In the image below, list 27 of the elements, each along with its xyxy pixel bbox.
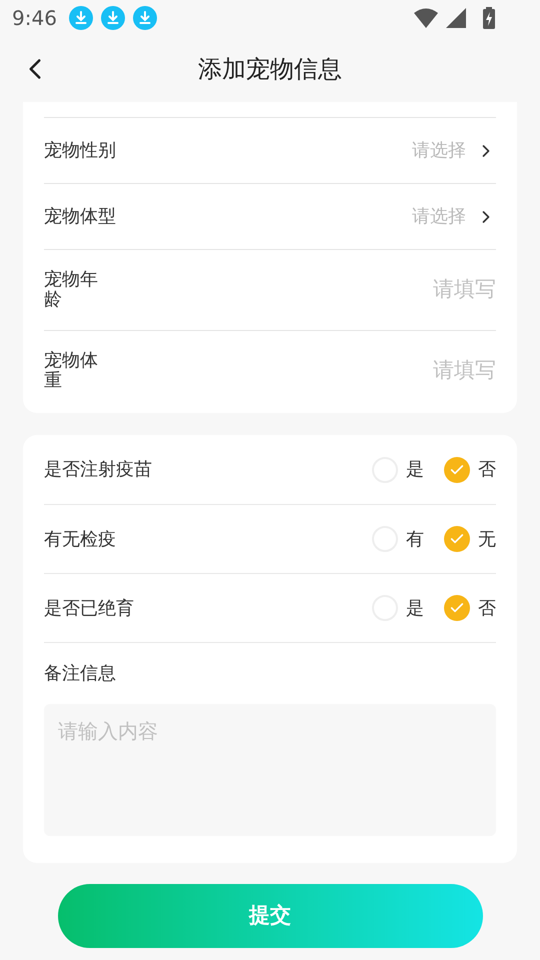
download-notification-icon bbox=[132, 6, 157, 30]
question-label: 是否注射疫苗 bbox=[44, 458, 153, 482]
question-label: 有无检疫 bbox=[44, 528, 117, 552]
radio-option[interactable]: 无 bbox=[444, 526, 496, 552]
status-time: 9:46 bbox=[12, 5, 57, 32]
radio-option[interactable]: 否 bbox=[444, 456, 496, 483]
checked-radio-icon bbox=[444, 456, 470, 482]
signal-icon bbox=[446, 8, 466, 28]
field-label: 宠物体重 bbox=[44, 351, 99, 391]
remarks-label: 备注信息 bbox=[44, 662, 116, 686]
input-field[interactable]: 请填写 bbox=[104, 274, 496, 306]
question-label: 是否已绝育 bbox=[44, 596, 135, 620]
input-field[interactable]: 请填写 bbox=[104, 355, 496, 387]
select-row[interactable]: 宠物性别 请选择 bbox=[44, 117, 496, 183]
checked-radio-icon bbox=[444, 595, 470, 621]
page-title: 添加宠物信息 bbox=[198, 54, 342, 85]
download-notification-icon bbox=[68, 6, 93, 30]
download-notification-icon bbox=[100, 6, 125, 30]
checked-radio-icon bbox=[444, 526, 470, 552]
radio-option[interactable]: 有 bbox=[372, 526, 424, 552]
wifi-icon bbox=[414, 8, 438, 28]
radio-option[interactable]: 是 bbox=[372, 456, 424, 483]
select-row[interactable]: 宠物体型 请选择 bbox=[44, 183, 496, 249]
battery-icon bbox=[482, 7, 496, 29]
radio-option[interactable]: 是 bbox=[372, 594, 424, 622]
field-label: 宠物年龄 bbox=[44, 270, 99, 310]
radio-option[interactable]: 否 bbox=[444, 594, 496, 622]
